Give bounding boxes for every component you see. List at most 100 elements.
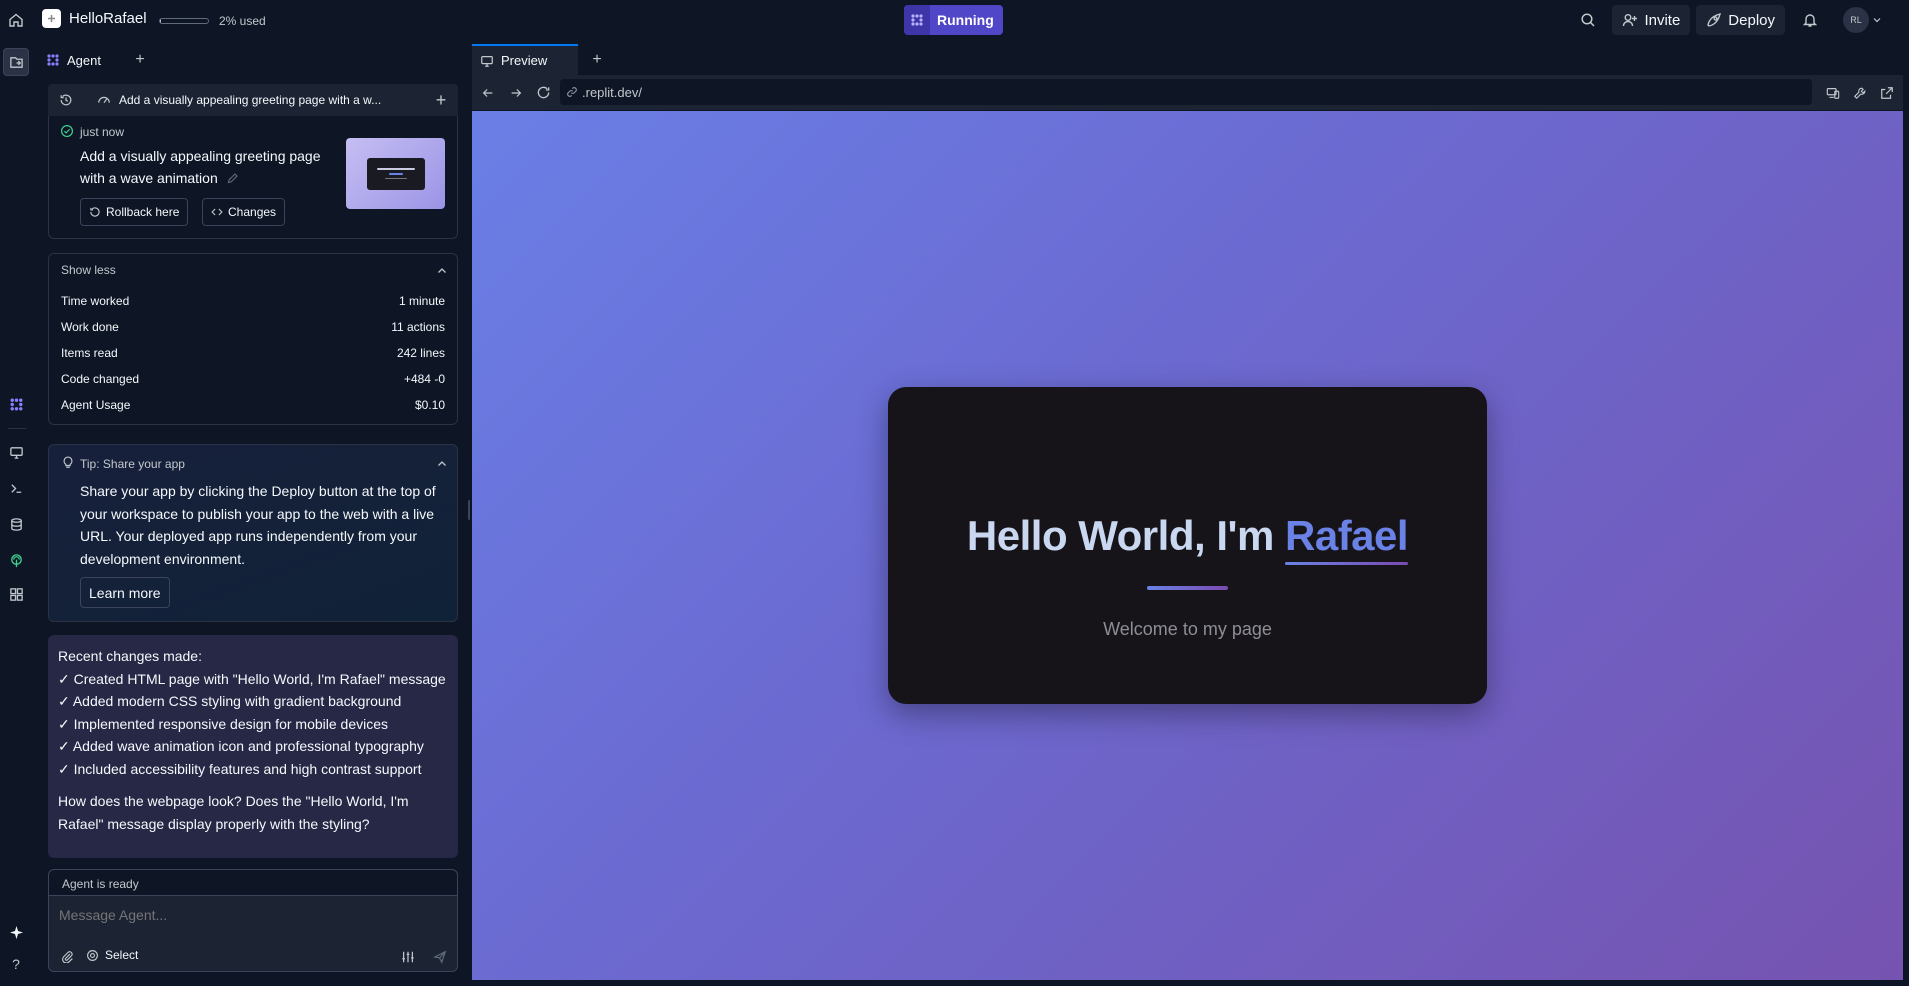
list-item: ✓ Implemented responsive design for mobi… (58, 715, 389, 732)
target-icon (87, 949, 98, 961)
chevron-up-icon[interactable] (437, 266, 447, 276)
avatar: RL (1843, 7, 1869, 33)
wrench-icon[interactable] (1853, 86, 1867, 100)
topbar-actions: Invite Deploy RL (1573, 0, 1909, 40)
external-link-icon[interactable] (1880, 86, 1894, 100)
usage-bar (159, 18, 209, 24)
top-bar: HelloRafael 2% used Running Invite Deplo… (0, 0, 1909, 40)
invite-label: Invite (1644, 11, 1681, 29)
agent-tab-label: Agent (67, 52, 101, 68)
rollback-button[interactable]: Rollback here (80, 198, 189, 226)
show-less-label[interactable]: Show less (61, 263, 116, 277)
search-icon[interactable] (1573, 5, 1603, 35)
preview-tab-bar: Preview + (472, 44, 1903, 75)
message-question-line2: Rafael" message display properly with th… (58, 815, 370, 832)
usage-meter[interactable]: 2% used (159, 14, 266, 28)
add-tab-icon[interactable]: + (129, 49, 151, 71)
rollback-icon (90, 207, 100, 217)
usage-bar-fill (160, 19, 161, 23)
devices-icon[interactable] (1826, 86, 1840, 100)
agent-logo-icon (47, 54, 59, 66)
tip-title: Tip: Share your app (80, 457, 185, 471)
stat-row: Agent Usage $0.10 (61, 398, 445, 412)
checkpoint-message-line2: with a wave animation (80, 170, 218, 186)
checkpoint-time: just now (80, 125, 125, 139)
session-title: Add a visually appealing greeting page w… (119, 93, 382, 107)
all-tools-icon[interactable] (4, 582, 28, 606)
learn-more-button[interactable]: Learn more (80, 577, 170, 608)
deploy-label: Deploy (1728, 11, 1775, 29)
checkpoint-card: just now Add a visually appealing greeti… (48, 116, 458, 239)
forward-arrow-icon[interactable] (509, 86, 523, 100)
agent-icon[interactable] (4, 392, 28, 416)
checkpoint-screenshot[interactable] (346, 138, 445, 209)
url-bar: .replit.dev/ (472, 75, 1903, 110)
agent-panel: Agent + Add a visually appealing greetin… (38, 44, 463, 986)
preview-panel: Preview + .replit.dev/ Hello World, I'm … (472, 44, 1903, 980)
deployments-icon[interactable] (4, 548, 28, 572)
run-button[interactable]: Running (904, 5, 1003, 35)
stats-card: Show less Time worked 1 minute Work done 1… (48, 253, 458, 425)
bell-icon[interactable] (1795, 5, 1825, 35)
session-title-wrap[interactable]: Add a visually appealing greeting page w… (97, 93, 381, 107)
message-input[interactable] (59, 902, 447, 928)
rollback-label: Rollback here (106, 205, 180, 219)
url-field[interactable]: .replit.dev/ (560, 79, 1812, 105)
add-tab-icon[interactable]: + (586, 44, 608, 75)
preview-viewport: Hello World, I'm Rafael Welcome to my pa… (472, 111, 1903, 980)
message-question-line1: How does the webpage look? Does the "Hel… (58, 793, 409, 809)
help-icon[interactable]: ? (4, 952, 28, 976)
greeting-title: Hello World, I'm Rafael (888, 512, 1487, 565)
greeting-prefix: Hello World, I'm (966, 512, 1285, 559)
agent-logo-icon (904, 5, 930, 35)
back-arrow-icon[interactable] (481, 86, 495, 100)
list-item: ✓ Included accessibility features and hi… (58, 760, 422, 777)
panel-resize-handle[interactable] (468, 500, 470, 520)
new-chat-icon[interactable]: + (430, 89, 452, 111)
preview-icon[interactable] (4, 440, 28, 464)
tab-agent[interactable]: Agent (38, 44, 111, 76)
monitor-icon (481, 55, 493, 67)
home-icon[interactable] (6, 10, 26, 30)
stat-row: Work done 11 actions (61, 320, 445, 334)
list-item: ✓ Created HTML page with "Hello World, I… (58, 670, 446, 687)
usage-text: 2% used (219, 14, 266, 28)
list-item: ✓ Added modern CSS styling with gradient… (58, 693, 402, 709)
invite-button[interactable]: Invite (1612, 5, 1691, 35)
changes-label: Changes (228, 205, 277, 219)
sparkle-icon[interactable] (4, 920, 28, 944)
preview-tab-label: Preview (501, 53, 548, 68)
console-icon[interactable] (4, 476, 28, 500)
agent-tab-bar: Agent + (38, 44, 463, 76)
paperclip-icon[interactable] (61, 950, 74, 963)
gauge-icon (98, 96, 110, 103)
session-bar: Add a visually appealing greeting page w… (48, 84, 458, 116)
greeting-subtitle: Welcome to my page (1103, 619, 1272, 639)
account-menu[interactable]: RL (1843, 7, 1881, 33)
code-icon (211, 208, 223, 216)
link-icon (567, 87, 577, 97)
database-icon[interactable] (4, 512, 28, 536)
files-icon[interactable] (3, 48, 29, 76)
check-circle-icon (60, 124, 74, 138)
edit-icon[interactable] (226, 172, 239, 185)
lightbulb-icon (63, 456, 73, 468)
refresh-icon[interactable] (536, 85, 551, 100)
left-rail: ? (0, 40, 32, 986)
tip-body: Share your app by clicking the Deploy bu… (80, 483, 436, 567)
deploy-icon (1707, 13, 1722, 27)
chevron-up-icon[interactable] (437, 459, 447, 469)
changes-button[interactable]: Changes (202, 198, 286, 226)
send-icon[interactable] (433, 950, 447, 964)
accent-divider (1147, 586, 1228, 590)
deploy-button[interactable]: Deploy (1696, 5, 1785, 35)
sliders-icon[interactable] (401, 950, 415, 964)
repl-icon (42, 9, 61, 28)
add-user-icon (1623, 14, 1638, 27)
repl-name: HelloRafael (69, 10, 147, 27)
select-element-button[interactable]: Select (86, 948, 138, 962)
tab-preview[interactable]: Preview (472, 44, 578, 75)
repl-title[interactable]: HelloRafael (42, 9, 147, 28)
list-item: ✓ Added wave animation icon and professi… (58, 738, 424, 754)
history-icon[interactable] (55, 89, 77, 111)
